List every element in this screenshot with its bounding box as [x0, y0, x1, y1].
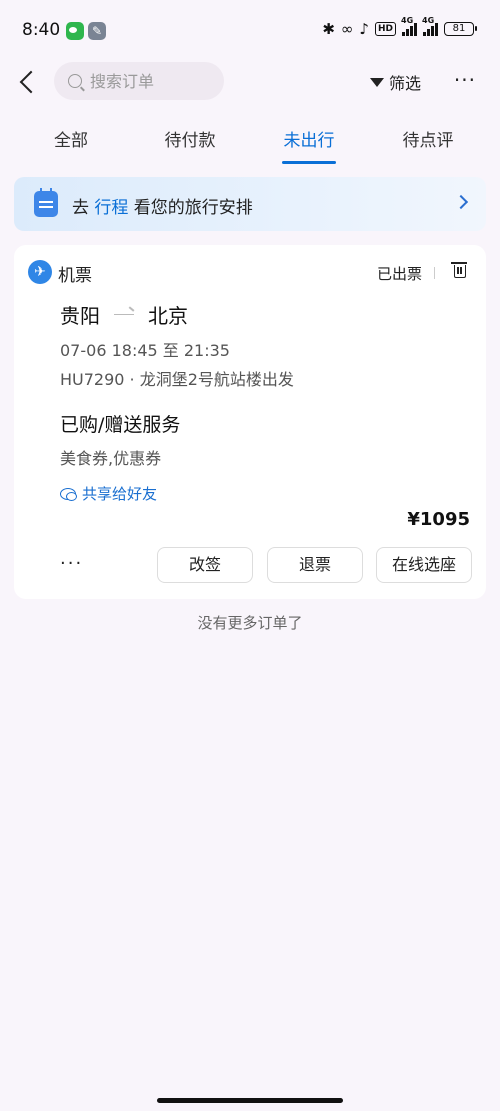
wechat-icon — [66, 22, 84, 40]
service-detail: 美食券,优惠券 — [60, 449, 162, 468]
back-button[interactable] — [14, 66, 44, 96]
tab-bar: 全部 待付款 未出行 待点评 — [0, 118, 500, 166]
banner-text: 去 行程 看您的旅行安排 — [72, 198, 253, 218]
service-title: 已购/赠送服务 — [60, 414, 181, 436]
delete-icon[interactable] — [451, 262, 467, 278]
chevron-right-icon — [453, 194, 469, 210]
flight-time: 07-06 18:45 至 21:35 — [60, 341, 230, 360]
card-more-button[interactable]: ··· — [60, 553, 83, 574]
status-icons: ✱ ∞ ♪ HD 4G 4G 81 — [322, 16, 477, 38]
tab-pending-payment[interactable]: 待付款 — [165, 126, 216, 151]
flight-route: 贵阳 北京 — [60, 300, 188, 329]
tab-upcoming[interactable]: 未出行 — [284, 126, 335, 151]
order-price: ¥1095 — [407, 509, 470, 530]
home-indicator[interactable] — [157, 1098, 343, 1103]
wrench-icon: ✎ — [88, 22, 106, 40]
filter-label: 筛选 — [389, 74, 422, 93]
change-ticket-button[interactable]: 改签 — [157, 547, 253, 583]
order-card[interactable]: ✈ 机票 已出票 贵阳 北京 07-06 18:45 至 21:35 HU729… — [14, 245, 486, 599]
mute-icon: ♪ — [359, 20, 369, 38]
filter-button[interactable]: 筛选 — [370, 70, 421, 94]
tab-pending-review[interactable]: 待点评 — [403, 126, 454, 151]
signal-icon-2: 4G — [422, 16, 438, 36]
plane-icon: ✈ — [28, 260, 52, 284]
seat-selection-button[interactable]: 在线选座 — [376, 547, 472, 583]
search-input[interactable] — [90, 71, 210, 91]
route-arrow-icon — [114, 313, 134, 316]
arrival-city: 北京 — [148, 304, 188, 328]
battery-icon: 81 — [444, 22, 477, 36]
order-status: 已出票 — [376, 265, 422, 283]
active-tab-indicator — [282, 161, 336, 164]
wechat-chat-icon — [60, 487, 77, 501]
share-with-friends-link[interactable]: 共享给好友 — [60, 483, 157, 504]
flight-info: HU7290 · 龙洞堡2号航站楼出发 — [60, 370, 294, 389]
hd-icon: HD — [374, 22, 396, 36]
search-box[interactable] — [54, 62, 224, 100]
divider — [434, 267, 435, 279]
status-time: 8:40 — [22, 20, 61, 40]
filter-icon — [370, 77, 384, 87]
calendar-icon — [34, 188, 58, 217]
tab-all[interactable]: 全部 — [54, 126, 88, 151]
itinerary-link[interactable]: 行程 — [94, 198, 128, 218]
refund-button[interactable]: 退票 — [267, 547, 363, 583]
search-icon — [68, 74, 82, 88]
signal-icon: 4G — [401, 16, 417, 36]
share-label: 共享给好友 — [82, 485, 158, 503]
more-menu-button[interactable]: ··· — [454, 68, 476, 92]
bluetooth-icon: ✱ — [322, 20, 335, 38]
header-bar: 筛选 ··· — [0, 60, 500, 104]
departure-city: 贵阳 — [60, 304, 100, 328]
status-bar: 8:40 ✎ ✱ ∞ ♪ HD 4G 4G 81 — [0, 0, 500, 60]
order-type: 机票 — [58, 266, 92, 286]
link-icon: ∞ — [340, 20, 354, 38]
itinerary-banner[interactable]: 去 行程 看您的旅行安排 — [14, 177, 486, 231]
no-more-orders-text: 没有更多订单了 — [197, 614, 303, 632]
